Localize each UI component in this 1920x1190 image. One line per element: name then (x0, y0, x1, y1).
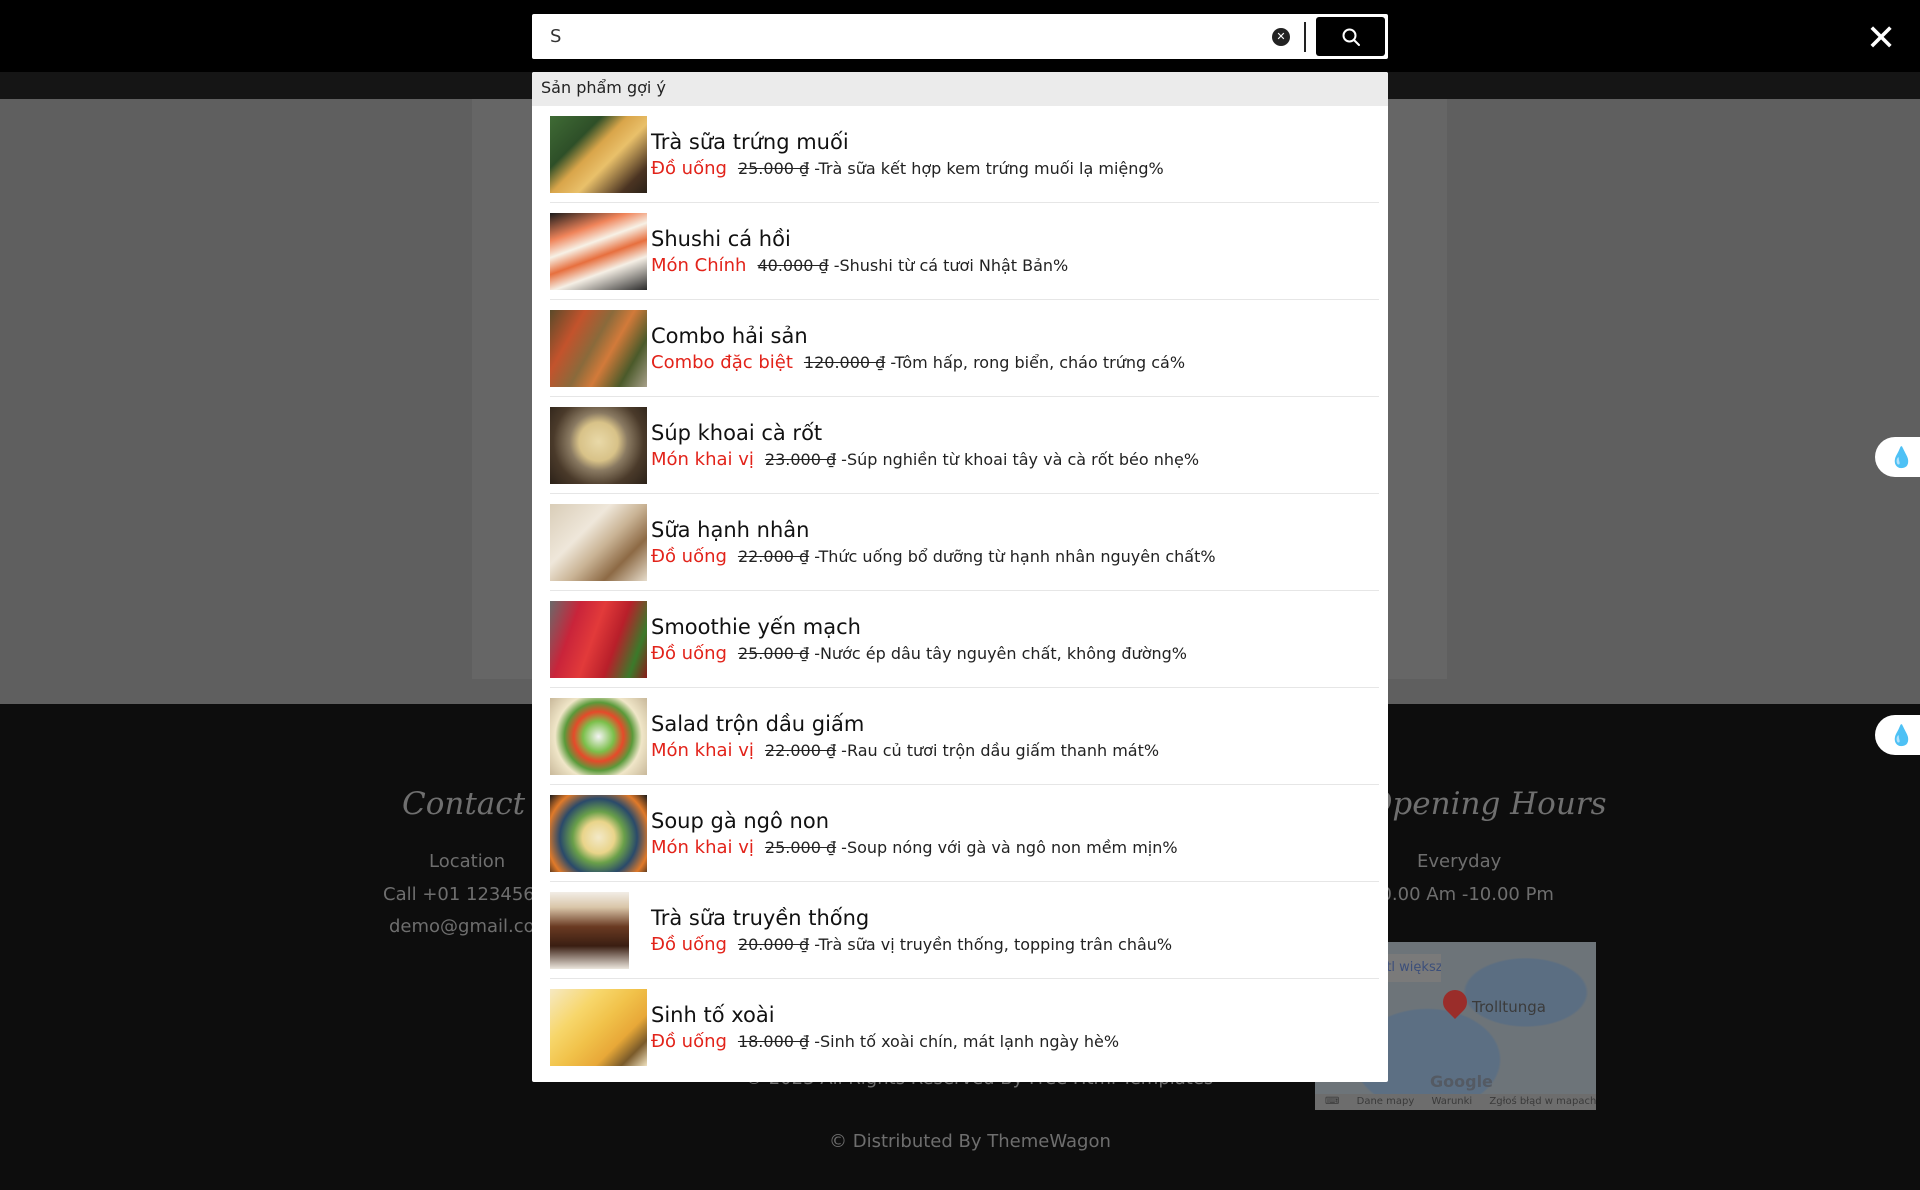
product-category: Đồ uống (651, 933, 727, 955)
suggestion-dropdown: Sản phẩm gợi ý Trà sữa trứng muối Đồ uốn… (532, 72, 1388, 1082)
product-item[interactable]: Shushi cá hồi Món Chính 40.000 ₫ -Shushi… (550, 203, 1379, 300)
clear-icon[interactable]: ✕ (1272, 27, 1290, 46)
product-item[interactable]: Súp khoai cà rốt Món khai vị 23.000 ₫ -S… (550, 397, 1379, 494)
product-item[interactable]: Trà sữa truyền thống Đồ uống 20.000 ₫ -T… (550, 882, 1379, 979)
product-description: -Trà sữa vị truyền thống, topping trân c… (814, 934, 1173, 954)
water-drop-icon: 💧 (1889, 723, 1914, 747)
floating-widget-button-2[interactable]: 💧 (1875, 715, 1920, 755)
product-name: Súp khoai cà rốt (651, 420, 823, 445)
product-category: Món khai vị (651, 448, 754, 470)
product-thumbnail (550, 989, 647, 1066)
keyboard-icon[interactable]: ⌨ (1325, 1096, 1339, 1107)
product-thumbnail (550, 794, 647, 872)
product-name: Trà sữa trứng muối (651, 129, 849, 154)
footer-hours: 10.00 Am -10.00 Pm (1369, 884, 1554, 905)
product-description: -Rau củ tươi trộn dầu giấm thanh mát% (841, 740, 1160, 760)
search-divider (1304, 21, 1306, 52)
product-thumbnail (550, 503, 647, 581)
product-category: Món Chính (651, 254, 747, 276)
close-icon[interactable]: ✕ (1866, 21, 1896, 57)
product-category: Đồ uống (651, 545, 727, 567)
product-category: Món khai vị (651, 836, 754, 858)
product-description: -Súp nghiền từ khoai tây và cà rốt béo n… (841, 449, 1200, 469)
product-price: 120.000 ₫ (803, 352, 886, 372)
search-input[interactable] (534, 16, 1272, 57)
google-logo: Google (1430, 1072, 1493, 1091)
product-thumbnail (550, 406, 647, 484)
map-terms-link[interactable]: Warunki (1431, 1096, 1472, 1107)
product-price: 40.000 ₫ (757, 255, 829, 275)
product-item[interactable]: Smoothie yến mạch Đồ uống 25.000 ₫ -Nước… (550, 591, 1379, 688)
product-name: Sinh tố xoài (651, 1003, 775, 1027)
map-attribution-bar: ⌨ Dane mapy Warunki Zgłoś błąd w mapach (1315, 1094, 1596, 1110)
product-thumbnail (550, 309, 647, 387)
product-item[interactable]: Salad trộn dầu giấm Món khai vị 22.000 ₫… (550, 688, 1379, 785)
water-drop-icon: 💧 (1889, 445, 1914, 469)
product-price: 22.000 ₫ (764, 740, 837, 760)
product-price: 22.000 ₫ (737, 546, 810, 566)
product-name: Salad trộn dầu giấm (651, 711, 865, 736)
product-item[interactable]: Sữa hạnh nhân Đồ uống 22.000 ₫ -Thức uốn… (550, 494, 1379, 591)
product-category: Đồ uống (651, 157, 727, 179)
product-price: 25.000 ₫ (737, 158, 810, 178)
search-icon (1342, 28, 1360, 46)
product-name: Combo hải sản (651, 323, 808, 348)
footer-distributed[interactable]: © Distributed By ThemeWagon (829, 1131, 1111, 1152)
product-description: -Trà sữa kết hợp kem trứng muối lạ miệng… (814, 158, 1164, 178)
product-item[interactable]: Combo hải sản Combo đặc biệt 120.000 ₫ -… (550, 300, 1379, 397)
footer-email[interactable]: demo@gmail.com (389, 916, 552, 937)
map-report-link[interactable]: Zgłoś błąd w mapach (1489, 1096, 1596, 1107)
product-thumbnail (550, 891, 629, 969)
product-category: Đồ uống (651, 1031, 727, 1052)
product-description: -Nước ép dâu tây nguyên chất, không đườn… (814, 643, 1187, 663)
product-category: Món khai vị (651, 739, 754, 761)
product-name: Shushi cá hồi (651, 226, 791, 251)
product-thumbnail (550, 115, 647, 193)
product-description: -Soup nóng với gà và ngô non mềm mịn% (841, 837, 1178, 857)
product-item[interactable]: Trà sữa trứng muối Đồ uống 25.000 ₫ -Trà… (550, 106, 1379, 203)
product-description: -Tôm hấp, rong biển, cháo trứng cá% (890, 352, 1186, 372)
floating-widget-button[interactable]: 💧 (1875, 437, 1920, 477)
product-thumbnail (550, 600, 647, 678)
product-name: Sữa hạnh nhân (651, 517, 810, 542)
product-thumbnail (550, 212, 647, 290)
product-item[interactable]: Soup gà ngô non Món khai vị 25.000 ₫ -So… (550, 785, 1379, 882)
product-category: Đồ uống (651, 642, 727, 664)
footer-hours-heading: Opening Hours (1367, 786, 1607, 822)
product-category: Combo đặc biệt (651, 351, 793, 373)
product-description: -Shushi từ cá tươi Nhật Bản% (833, 255, 1069, 275)
footer-location[interactable]: Location (429, 851, 505, 872)
product-name: Smoothie yến mạch (651, 614, 861, 639)
search-bar: ✕ (532, 14, 1388, 59)
product-price: 20.000 ₫ (737, 934, 810, 954)
product-price: 25.000 ₫ (737, 643, 810, 663)
product-price: 25.000 ₫ (764, 837, 837, 857)
product-description: -Sinh tố xoài chín, mát lạnh ngày hè% (814, 1032, 1120, 1051)
product-price: 18.000 ₫ (737, 1032, 810, 1051)
map-data-link[interactable]: Dane mapy (1357, 1096, 1415, 1107)
product-name: Soup gà ngô non (651, 808, 829, 833)
search-button[interactable] (1316, 17, 1385, 56)
product-thumbnail (550, 697, 647, 775)
product-list: Trà sữa trứng muối Đồ uống 25.000 ₫ -Trà… (532, 106, 1388, 1076)
product-item[interactable]: Sinh tố xoài Đồ uống 18.000 ₫ -Sinh tố x… (550, 979, 1379, 1076)
product-name: Trà sữa truyền thống (651, 905, 870, 930)
dropdown-header: Sản phẩm gợi ý (532, 72, 1388, 106)
footer-everyday: Everyday (1417, 851, 1502, 872)
product-description: -Thức uống bổ dưỡng từ hạnh nhân nguyên … (814, 546, 1216, 566)
product-price: 23.000 ₫ (764, 449, 837, 469)
map-pin-label: Trolltunga (1472, 998, 1546, 1016)
